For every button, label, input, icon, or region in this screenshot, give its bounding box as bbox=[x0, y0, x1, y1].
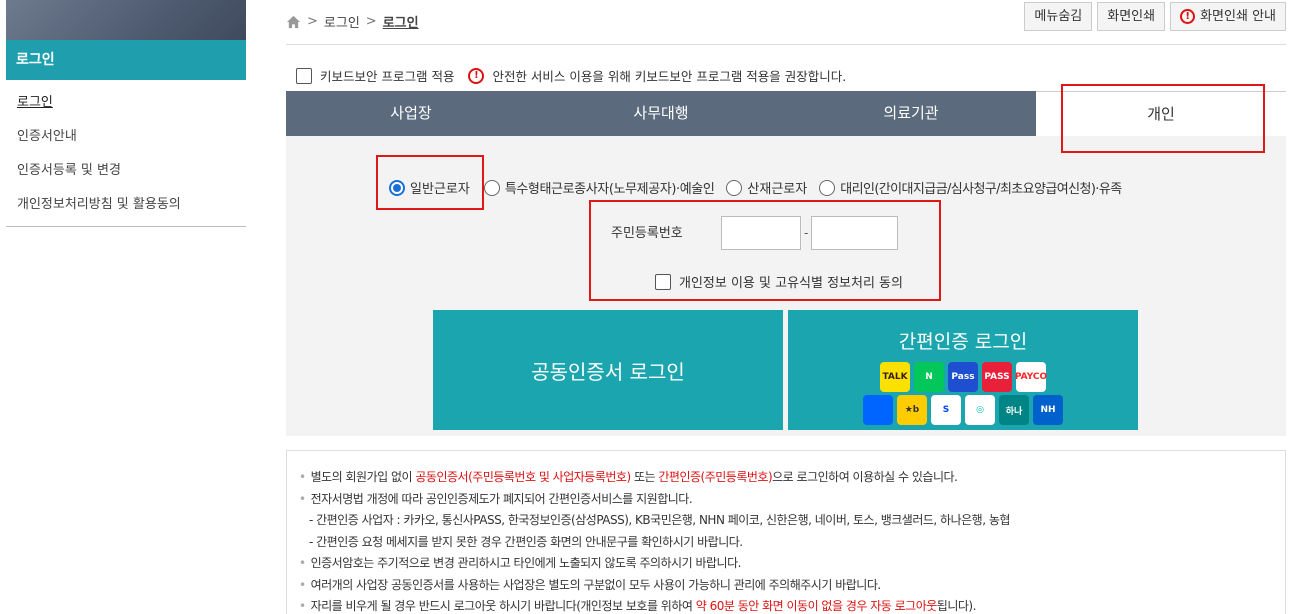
simple-auth-login-label: 간편인증 로그인 bbox=[898, 331, 1028, 353]
notice-line: • 인증서암호는 주기적으로 변경 관리하시고 타인에게 노출되지 않도록 주의하… bbox=[299, 556, 741, 570]
sidebar: 로그인 로그인 인증서안내 인증서등록 및 변경 개인정보처리방침 및 활용동의 bbox=[6, 0, 246, 227]
print-button[interactable]: 화면인쇄 bbox=[1097, 2, 1166, 31]
rrn-back-input[interactable] bbox=[811, 216, 898, 250]
notice-box: • 별도의 회원가입 없이 공동인증서(주민등록번호 및 사업자등록번호) 또는 … bbox=[286, 450, 1286, 614]
keyboard-security-checkbox[interactable] bbox=[296, 67, 312, 84]
pass-icon: PASS bbox=[982, 362, 1012, 392]
hana-icon: 하나 bbox=[999, 395, 1029, 425]
radio-button[interactable] bbox=[819, 179, 836, 196]
radio-label: 대리인(간이대지급금/심사청구/최초요양급여신청)·유족 bbox=[840, 182, 1122, 197]
divider bbox=[286, 44, 1286, 45]
rrn-front-input[interactable] bbox=[721, 216, 801, 250]
sidebar-item-privacy-policy[interactable]: 개인정보처리방침 및 활용동의 bbox=[6, 188, 246, 222]
sidebar-banner bbox=[6, 0, 246, 40]
sidebar-menu: 로그인 인증서안내 인증서등록 및 변경 개인정보처리방침 및 활용동의 bbox=[6, 80, 246, 227]
notice-line: • 별도의 회원가입 없이 공동인증서(주민등록번호 및 사업자등록번호) 또는 … bbox=[299, 470, 958, 484]
banksalad-icon: ◎ bbox=[965, 395, 995, 425]
keyboard-security-label: 키보드보안 프로그램 적용 bbox=[320, 69, 455, 84]
radio-agent[interactable]: 대리인(간이대지급금/심사청구/최초요양급여신청)·유족 bbox=[819, 178, 1122, 197]
radio-button[interactable] bbox=[726, 179, 743, 196]
naver-icon: N bbox=[914, 362, 944, 392]
radio-button[interactable] bbox=[483, 179, 500, 196]
privacy-agree-label: 개인정보 이용 및 고유식별 정보처리 동의 bbox=[679, 276, 903, 291]
hide-menu-button[interactable]: 메뉴숨김 bbox=[1024, 2, 1093, 31]
breadcrumb-current[interactable]: 로그인 bbox=[383, 12, 419, 31]
sidebar-title: 로그인 bbox=[6, 40, 246, 80]
worker-type-radios: 일반근로자 특수형태근로종사자(노무제공자)·예술인 산재근로자 대리인(간이대… bbox=[389, 178, 1128, 197]
kb-icon: ★b bbox=[897, 395, 927, 425]
alert-icon: ! bbox=[468, 67, 485, 84]
radio-industrial-accident-worker[interactable]: 산재근로자 bbox=[726, 178, 807, 197]
radio-general-worker[interactable]: 일반근로자 bbox=[389, 178, 470, 197]
rrn-dash: - bbox=[804, 226, 809, 240]
radio-label: 일반근로자 bbox=[410, 182, 470, 197]
notice-line: - 간편인증 사업자 : 카카오, 통신사PASS, 한국정보인증(삼성PASS… bbox=[309, 513, 1010, 527]
privacy-agree-checkbox[interactable] bbox=[655, 273, 671, 290]
notice-line: • 전자서명법 개정에 따라 공인인증제도가 폐지되어 간편인증서비스를 지원합니… bbox=[299, 491, 693, 506]
tab-agency[interactable]: 사무대행 bbox=[536, 91, 786, 136]
payco-icon: PAYCO bbox=[1015, 362, 1047, 392]
radio-label: 산재근로자 bbox=[747, 182, 808, 197]
print-guide-button[interactable]: ! 화면인쇄 안내 bbox=[1170, 2, 1286, 31]
shinhan-icon: S bbox=[931, 395, 961, 425]
keyboard-security-row: 키보드보안 프로그램 적용 ! 안전한 서비스 이용을 위해 키보드보안 프로그… bbox=[296, 66, 846, 85]
radio-button[interactable] bbox=[389, 179, 405, 196]
notice-line: - 간편인증 요청 메세지를 받지 못한 경우 간편인증 화면의 안내문구를 확… bbox=[309, 534, 743, 549]
print-guide-label: 화면인쇄 안내 bbox=[1200, 9, 1276, 24]
breadcrumb-item[interactable]: 로그인 bbox=[324, 12, 360, 31]
alert-icon: ! bbox=[1180, 9, 1196, 24]
cert-login-button[interactable]: 공동인증서 로그인 bbox=[433, 310, 783, 430]
chevron-right-icon: > bbox=[307, 14, 318, 29]
privacy-agree-row: 개인정보 이용 및 고유식별 정보처리 동의 bbox=[655, 272, 903, 291]
sidebar-item-cert-guide[interactable]: 인증서안내 bbox=[6, 120, 246, 154]
auth-icons-row-1: TALK N Pass PASS PAYCO bbox=[788, 362, 1138, 392]
kakao-talk-icon: TALK bbox=[880, 362, 910, 392]
breadcrumb: > 로그인 > 로그인 bbox=[286, 12, 419, 31]
toss-icon bbox=[863, 395, 893, 425]
nh-icon: NH bbox=[1033, 395, 1063, 425]
top-buttons: 메뉴숨김 화면인쇄 ! 화면인쇄 안내 bbox=[1024, 2, 1286, 31]
chevron-right-icon: > bbox=[365, 14, 377, 29]
auth-icons-row-2: ★b S ◎ 하나 NH bbox=[788, 395, 1138, 425]
login-type-tabs: 사업장 사무대행 의료기관 개인 bbox=[286, 91, 1286, 136]
sidebar-item-login[interactable]: 로그인 bbox=[6, 86, 246, 120]
keyboard-security-notice: 안전한 서비스 이용을 위해 키보드보안 프로그램 적용을 권장합니다. bbox=[492, 69, 847, 84]
radio-label: 특수형태근로종사자(노무제공자)·예술인 bbox=[504, 182, 715, 197]
notice-line: • 여러개의 사업장 공동인증서를 사용하는 사업장은 별도의 구분없이 모두 사… bbox=[299, 577, 881, 592]
samsung-pass-icon: Pass bbox=[948, 362, 978, 392]
tab-medical[interactable]: 의료기관 bbox=[786, 91, 1036, 136]
rrn-label: 주민등록번호 bbox=[611, 226, 683, 241]
radio-special-worker[interactable]: 특수형태근로종사자(노무제공자)·예술인 bbox=[483, 178, 715, 197]
home-icon[interactable] bbox=[286, 15, 301, 29]
notice-line: • 자리를 비우게 될 경우 반드시 로그아웃 하시기 바랍니다(개인정보 보호를… bbox=[299, 599, 976, 613]
tab-business[interactable]: 사업장 bbox=[286, 91, 536, 136]
tab-personal[interactable]: 개인 bbox=[1036, 91, 1286, 136]
simple-auth-login-button[interactable]: 간편인증 로그인 TALK N Pass PASS PAYCO ★b S ◎ 하나 NH bbox=[788, 310, 1138, 430]
sidebar-item-cert-register[interactable]: 인증서등록 및 변경 bbox=[6, 154, 246, 188]
